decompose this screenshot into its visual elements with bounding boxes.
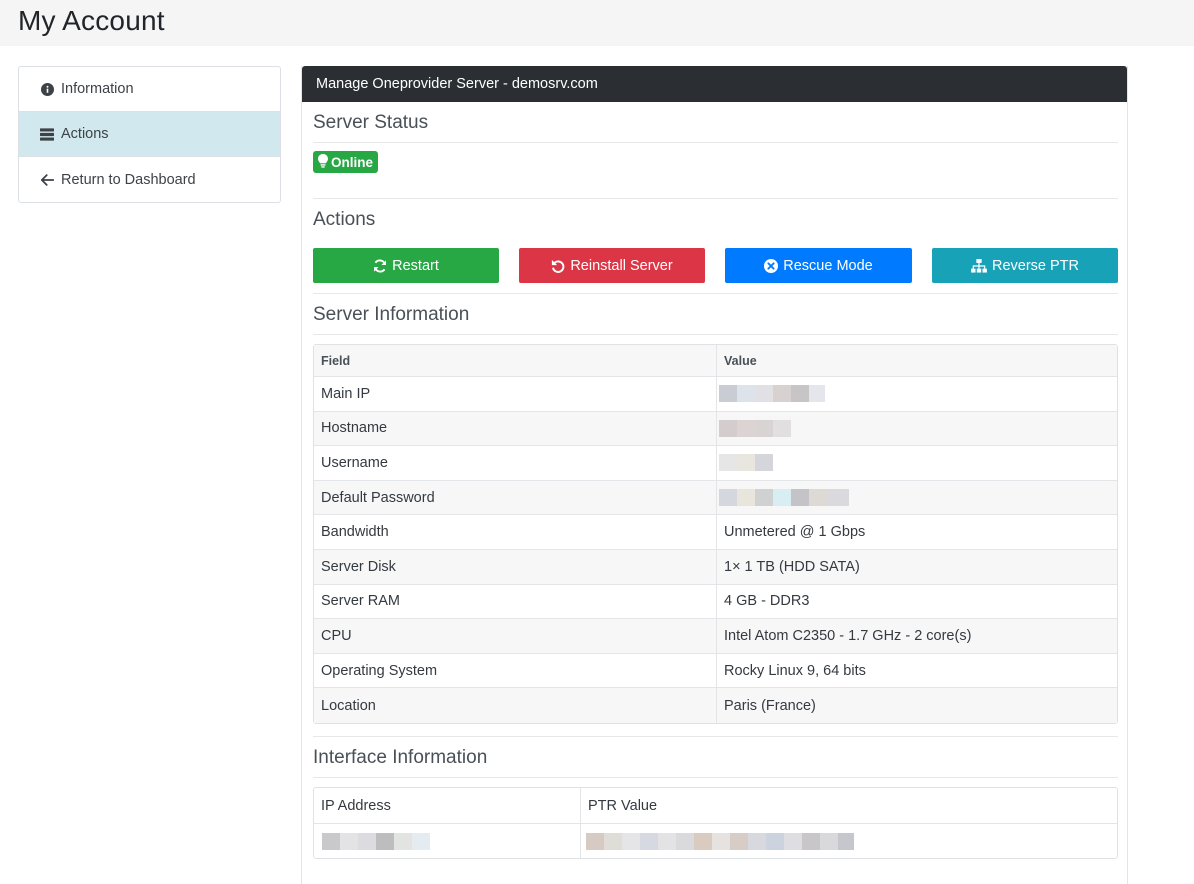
reverse-ptr-button-label: Reverse PTR bbox=[991, 257, 1080, 274]
redacted-ptr-value bbox=[586, 832, 854, 850]
server-info-table: Field Value Main IP Hostname Username De… bbox=[313, 344, 1118, 724]
field-cell: Default Password bbox=[321, 489, 435, 506]
value-cell: 4 GB - DDR3 bbox=[716, 584, 1117, 619]
field-cell: Username bbox=[321, 454, 388, 471]
restart-button-label: Restart bbox=[392, 257, 439, 274]
sidebar-item-label: Actions bbox=[61, 126, 109, 142]
sidebar-item-label: Information bbox=[61, 81, 134, 97]
table-row bbox=[314, 824, 1117, 858]
restart-button[interactable]: Restart bbox=[313, 248, 499, 283]
divider bbox=[313, 293, 1118, 294]
table-row: Username bbox=[314, 446, 1117, 481]
redacted-ip-address bbox=[322, 832, 430, 850]
page-header: My Account bbox=[0, 0, 1194, 46]
column-header-field: Field bbox=[321, 353, 351, 368]
divider bbox=[313, 334, 1118, 335]
value-cell-redacted bbox=[716, 411, 1117, 446]
table-row: Main IP bbox=[314, 377, 1117, 412]
reverse-ptr-button[interactable]: Reverse PTR bbox=[932, 248, 1118, 283]
sidebar-item-actions[interactable]: Actions bbox=[19, 112, 280, 157]
table-row: Default Password bbox=[314, 480, 1117, 516]
column-header-ip-address: IP Address bbox=[321, 797, 391, 814]
times-circle-icon bbox=[764, 258, 779, 273]
value-cell: Unmetered @ 1 Gbps bbox=[716, 515, 1117, 549]
value-cell: 1× 1 TB (HDD SATA) bbox=[716, 549, 1117, 584]
column-header-value: Value bbox=[716, 345, 1117, 376]
field-cell: Server Disk bbox=[321, 558, 396, 575]
field-cell: Operating System bbox=[321, 662, 438, 679]
column-header-ptr-value: PTR Value bbox=[580, 788, 1117, 823]
server-status-heading: Server Status bbox=[313, 112, 429, 133]
field-cell: CPU bbox=[321, 627, 352, 644]
table-header-row: Field Value bbox=[314, 345, 1117, 377]
redacted-hostname bbox=[719, 419, 791, 437]
divider bbox=[313, 198, 1118, 199]
value-cell-redacted bbox=[716, 446, 1117, 480]
page-title: My Account bbox=[18, 5, 165, 36]
value-cell: Intel Atom C2350 - 1.7 GHz - 2 core(s) bbox=[716, 619, 1117, 653]
info-circle-icon bbox=[40, 82, 54, 96]
table-row: CPU Intel Atom C2350 - 1.7 GHz - 2 core(… bbox=[314, 619, 1117, 654]
divider bbox=[313, 736, 1118, 737]
sidebar-item-label: Return to Dashboard bbox=[61, 171, 196, 188]
value-cell: Paris (France) bbox=[716, 688, 1117, 723]
field-cell: Main IP bbox=[321, 385, 371, 402]
value-cell-redacted bbox=[716, 377, 1117, 411]
ptr-value-cell-redacted bbox=[580, 824, 1117, 858]
redacted-main-ip bbox=[719, 385, 825, 403]
field-cell: Bandwidth bbox=[321, 524, 389, 541]
manage-server-panel: Manage Oneprovider Server - demosrv.com … bbox=[301, 66, 1128, 884]
ip-address-cell-redacted bbox=[314, 824, 580, 858]
server-icon bbox=[40, 127, 54, 141]
value-cell-redacted bbox=[716, 480, 1117, 515]
sync-icon bbox=[373, 258, 387, 273]
rescue-mode-button[interactable]: Rescue Mode bbox=[725, 248, 912, 283]
sidebar-item-information[interactable]: Information bbox=[19, 67, 280, 112]
table-row: Bandwidth Unmetered @ 1 Gbps bbox=[314, 515, 1117, 550]
status-badge: Online bbox=[313, 151, 379, 173]
field-cell: Hostname bbox=[321, 420, 388, 437]
lightbulb-icon bbox=[318, 153, 328, 171]
reinstall-server-button[interactable]: Reinstall Server bbox=[519, 248, 705, 283]
divider bbox=[313, 142, 1118, 143]
reinstall-server-button-label: Reinstall Server bbox=[570, 257, 673, 274]
sitemap-icon bbox=[971, 258, 987, 273]
sidebar: Information Actions Return to Dashboard bbox=[18, 66, 281, 203]
actions-heading: Actions bbox=[313, 209, 376, 230]
table-header-row: IP Address PTR Value bbox=[314, 788, 1117, 824]
interface-information-heading: Interface Information bbox=[313, 747, 488, 768]
table-row: Server Disk 1× 1 TB (HDD SATA) bbox=[314, 549, 1117, 585]
server-information-heading: Server Information bbox=[313, 304, 470, 325]
redacted-default-password bbox=[719, 489, 849, 507]
interface-info-table: IP Address PTR Value bbox=[313, 787, 1118, 859]
field-cell: Location bbox=[321, 697, 376, 714]
table-row: Operating System Rocky Linux 9, 64 bits bbox=[314, 653, 1117, 689]
divider bbox=[313, 777, 1118, 778]
arrow-left-icon bbox=[40, 173, 54, 187]
table-row: Location Paris (France) bbox=[314, 688, 1117, 723]
undo-icon bbox=[551, 259, 565, 273]
value-cell: Rocky Linux 9, 64 bits bbox=[716, 653, 1117, 688]
status-badge-label: Online bbox=[331, 154, 374, 170]
redacted-username bbox=[719, 454, 773, 472]
table-row: Hostname bbox=[314, 411, 1117, 447]
field-cell: Server RAM bbox=[321, 593, 400, 610]
sidebar-item-return-to-dashboard[interactable]: Return to Dashboard bbox=[19, 157, 280, 202]
rescue-mode-button-label: Rescue Mode bbox=[783, 257, 873, 274]
panel-title: Manage Oneprovider Server - demosrv.com bbox=[302, 66, 1127, 102]
table-row: Server RAM 4 GB - DDR3 bbox=[314, 584, 1117, 620]
